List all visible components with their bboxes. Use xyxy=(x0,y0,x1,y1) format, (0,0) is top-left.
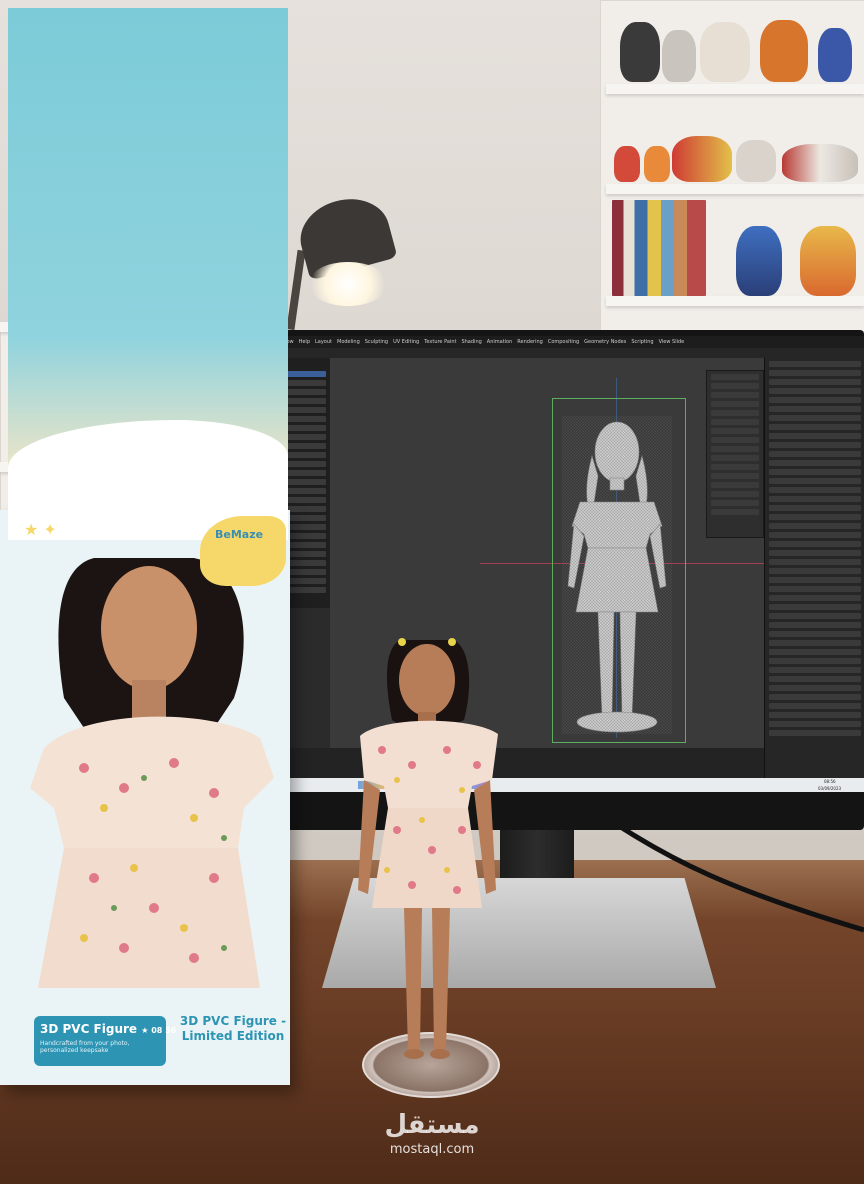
ui-row[interactable] xyxy=(769,559,861,565)
box-artwork xyxy=(8,8,288,478)
ui-row[interactable] xyxy=(769,676,861,682)
ui-row[interactable] xyxy=(769,604,861,610)
blender-menubar: FileEditRenderWindowHelpLayoutModelingSc… xyxy=(218,336,864,348)
shelf-toy-8 xyxy=(672,136,732,182)
ui-row[interactable] xyxy=(769,487,861,493)
ui-row[interactable] xyxy=(769,406,861,412)
menu-item[interactable]: Texture Paint xyxy=(424,339,456,345)
menu-item[interactable]: Compositing xyxy=(548,339,579,345)
ui-row[interactable] xyxy=(769,514,861,520)
ui-row[interactable] xyxy=(769,505,861,511)
monitor-screen: FileEditRenderWindowHelpLayoutModelingSc… xyxy=(218,336,864,792)
ui-row[interactable] xyxy=(769,730,861,736)
box-label-secondary-line1: 3D PVC Figure - xyxy=(179,1014,287,1028)
wireframe-model[interactable] xyxy=(562,416,672,734)
box-portrait-girl xyxy=(30,558,274,988)
ui-row[interactable] xyxy=(769,541,861,547)
ui-row[interactable] xyxy=(769,595,861,601)
ui-row[interactable] xyxy=(769,442,861,448)
ui-row[interactable] xyxy=(769,577,861,583)
ui-row[interactable] xyxy=(769,478,861,484)
ui-row[interactable] xyxy=(769,496,861,502)
right-shelf-board-3 xyxy=(606,296,864,306)
ui-row[interactable] xyxy=(769,379,861,385)
ui-row[interactable] xyxy=(769,550,861,556)
menu-item[interactable]: Scripting xyxy=(631,339,653,345)
outliner-properties-panel[interactable] xyxy=(764,358,864,778)
box-brand-badge xyxy=(200,516,286,586)
ui-row[interactable] xyxy=(769,667,861,673)
shelf-toy-5 xyxy=(818,28,852,82)
ui-row[interactable] xyxy=(769,649,861,655)
ui-row[interactable] xyxy=(769,721,861,727)
ui-row[interactable] xyxy=(769,532,861,538)
ui-row[interactable] xyxy=(769,469,861,475)
right-shelf-board-2 xyxy=(606,184,864,194)
box-label-primary-sub: Handcrafted from your photo, personalize… xyxy=(40,1040,130,1054)
ui-row[interactable] xyxy=(769,361,861,367)
box-label-primary: 3D PVC Figure ★ 08 56 xyxy=(40,1022,176,1036)
n-panel-properties[interactable] xyxy=(706,370,764,538)
ui-row[interactable] xyxy=(769,523,861,529)
shelf-toy-6 xyxy=(614,146,640,182)
right-shelf-board-1 xyxy=(606,84,864,94)
books-right xyxy=(612,200,706,296)
ui-row[interactable] xyxy=(769,712,861,718)
taskbar-time: 08:56 xyxy=(824,779,836,784)
ui-row[interactable] xyxy=(769,694,861,700)
shelf-toy-2 xyxy=(662,30,696,82)
taskbar-date: 03/09/2023 xyxy=(818,786,842,791)
shelf-toy-11 xyxy=(736,226,782,296)
outliner-rows xyxy=(765,361,864,736)
os-taskbar: 08:56 03/09/2023 xyxy=(218,778,864,792)
lamp-light xyxy=(308,262,388,306)
menu-item[interactable]: Geometry Nodes xyxy=(584,339,626,345)
ui-row[interactable] xyxy=(769,658,861,664)
pvc-figurine xyxy=(358,638,498,1059)
menu-item[interactable]: Sculpting xyxy=(365,339,388,345)
ui-row[interactable] xyxy=(769,586,861,592)
shelf-toy-10 xyxy=(782,144,858,182)
shelf-toy-3 xyxy=(700,22,750,82)
blender-toolbar xyxy=(218,348,864,358)
ui-row[interactable] xyxy=(769,685,861,691)
ui-row[interactable] xyxy=(769,433,861,439)
menu-item[interactable]: Rendering xyxy=(517,339,543,345)
ui-row[interactable] xyxy=(769,388,861,394)
ui-row[interactable] xyxy=(769,397,861,403)
box-label-primary-text: 3D PVC Figure xyxy=(40,1022,138,1036)
box-label-secondary: 3D PVC Figure - Limited Edition xyxy=(178,1014,288,1044)
shelf-toy-1 xyxy=(620,22,660,82)
watermark-arabic: مستقل xyxy=(384,1110,480,1140)
menu-item[interactable]: Modeling xyxy=(337,339,360,345)
shelf-toy-4 xyxy=(760,20,808,82)
box-label-primary-suffix: ★ 08 56 xyxy=(141,1026,177,1035)
ui-row[interactable] xyxy=(769,451,861,457)
star-decoration-icon: ★ ✦ xyxy=(24,520,57,539)
menu-item[interactable]: View Slide xyxy=(659,339,685,345)
ui-row[interactable] xyxy=(769,460,861,466)
menu-item[interactable]: Layout xyxy=(315,339,332,345)
ui-row[interactable] xyxy=(769,640,861,646)
ui-row[interactable] xyxy=(769,613,861,619)
box-label-secondary-line2: Limited Edition xyxy=(181,1029,285,1043)
watermark-latin: mostaql.com xyxy=(389,1142,475,1157)
shelf-toy-12 xyxy=(800,226,856,296)
ui-row[interactable] xyxy=(769,703,861,709)
ui-row[interactable] xyxy=(769,370,861,376)
ui-row[interactable] xyxy=(769,415,861,421)
shelf-toy-7 xyxy=(644,146,670,182)
ui-row[interactable] xyxy=(769,424,861,430)
ui-row[interactable] xyxy=(769,631,861,637)
box-brand-name: BeMaze xyxy=(215,528,264,541)
shelf-toy-9 xyxy=(736,140,776,182)
menu-item[interactable]: Help xyxy=(299,339,310,345)
menu-item[interactable]: Shading xyxy=(461,339,481,345)
ui-row[interactable] xyxy=(769,622,861,628)
ui-row[interactable] xyxy=(769,568,861,574)
menu-item[interactable]: UV Editing xyxy=(393,339,419,345)
menu-item[interactable]: Animation xyxy=(487,339,513,345)
